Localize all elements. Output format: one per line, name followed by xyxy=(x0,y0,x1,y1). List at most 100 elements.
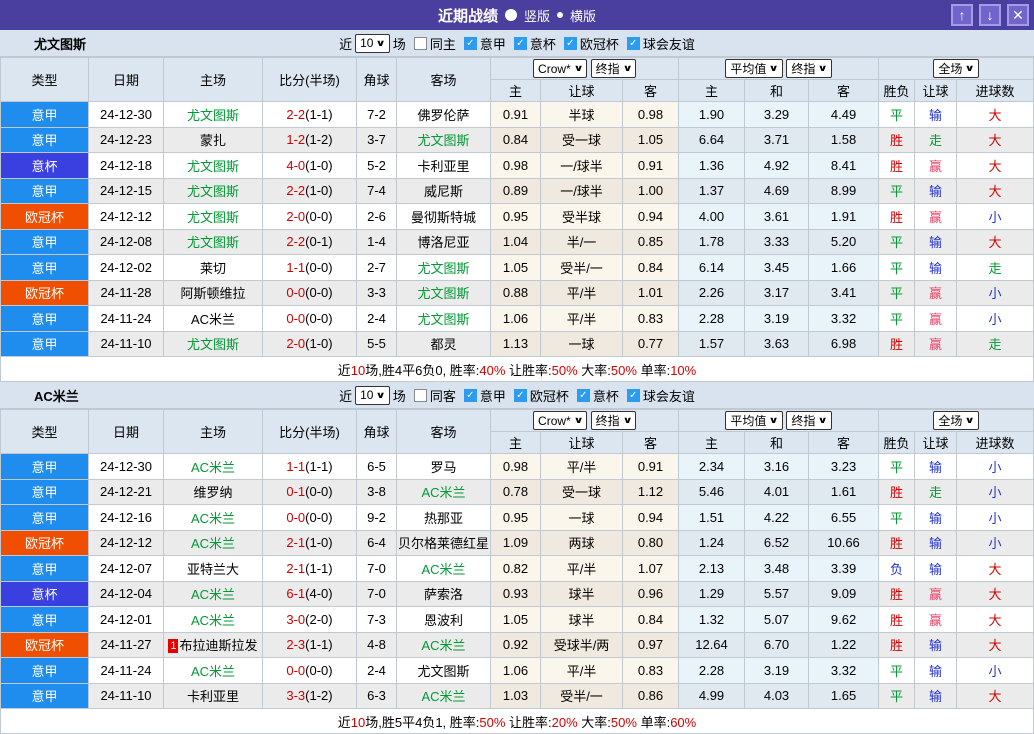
avg-draw: 3.33 xyxy=(745,229,809,255)
avg-away: 3.41 xyxy=(809,280,879,306)
league-checkbox-seriea[interactable]: ✓ xyxy=(464,389,477,402)
home-team: 尤文图斯 xyxy=(164,153,263,179)
league-label-ucl[interactable]: 欧冠杯 xyxy=(530,386,569,405)
horizontal-layout-label[interactable]: 横版 xyxy=(570,6,596,25)
result-flag: 平 xyxy=(879,658,915,684)
corner-score: 6-4 xyxy=(357,530,397,556)
average-select[interactable]: 平均值∨ xyxy=(725,59,782,78)
score: 2-2(1-1) xyxy=(263,102,357,128)
league-label-coppa[interactable]: 意杯 xyxy=(593,386,619,405)
odds-handicap-line: 两球 xyxy=(541,530,623,556)
league-label-seriea[interactable]: 意甲 xyxy=(480,34,506,53)
odds-company-select[interactable]: Crow*∨ xyxy=(533,59,587,78)
fulltime-score: 3-0 xyxy=(286,612,305,627)
same-home-checkbox[interactable] xyxy=(414,37,427,50)
vertical-layout-label[interactable]: 竖版 xyxy=(524,6,550,25)
fulltime-select[interactable]: 全场∨ xyxy=(933,411,978,430)
match-count-select[interactable]: 10∨ xyxy=(355,386,390,405)
corner-score: 9-2 xyxy=(357,505,397,531)
fulltime-score: 1-1 xyxy=(286,260,305,275)
table-row: 意甲 24-11-24 AC米兰 0-0(0-0) 2-4 尤文图斯 1.06 … xyxy=(1,658,1034,684)
away-team: 贝尔格莱德红星 xyxy=(397,530,491,556)
table-row: 欧冠杯 24-12-12 AC米兰 2-1(1-0) 6-4 贝尔格莱德红星 1… xyxy=(1,530,1034,556)
league-label-coppa[interactable]: 意杯 xyxy=(530,34,556,53)
chevron-down-icon: ∨ xyxy=(622,63,632,74)
odds-header-cell: Crow*∨ 终指∨ xyxy=(491,410,679,432)
avg-draw: 3.17 xyxy=(745,280,809,306)
match-count-value: 10 xyxy=(360,36,373,50)
results-table: 类型 日期 主场 比分(半场) 角球 客场 Crow*∨ 终指∨ 平均值∨ 终指… xyxy=(0,57,1034,382)
odds-company-select[interactable]: Crow*∨ xyxy=(533,411,587,430)
league-label-ucl[interactable]: 欧冠杯 xyxy=(580,34,619,53)
result-flag: 胜 xyxy=(879,632,915,658)
average-stage-select[interactable]: 终指∨ xyxy=(786,59,831,78)
league-checkbox-ucl[interactable]: ✓ xyxy=(514,389,527,402)
games-label: 场 xyxy=(393,34,406,53)
vertical-layout-radio-icon[interactable] xyxy=(505,9,517,21)
col-header-score: 比分(半场) xyxy=(263,58,357,102)
odds-handicap-line: 一球 xyxy=(541,505,623,531)
odds-away: 1.12 xyxy=(623,479,679,505)
home-team: 尤文图斯 xyxy=(164,102,263,128)
home-team: 卡利亚里 xyxy=(164,683,263,709)
corner-score: 5-2 xyxy=(357,153,397,179)
summary-text: 40% xyxy=(479,363,505,378)
odds-stage-select[interactable]: 终指∨ xyxy=(591,59,636,78)
match-count-select[interactable]: 10∨ xyxy=(355,34,390,53)
away-team-name: AC米兰 xyxy=(421,638,465,653)
titlebar: 近期战绩 竖版 横版 ↑ ↓ ✕ xyxy=(0,0,1034,30)
home-team: 蒙扎 xyxy=(164,127,263,153)
horizontal-layout-radio-icon[interactable] xyxy=(557,12,563,18)
avg-draw: 3.48 xyxy=(745,556,809,582)
same-away-label[interactable]: 同客 xyxy=(430,386,456,405)
sub-header-handicap: 让球 xyxy=(915,80,957,102)
corner-score: 6-5 xyxy=(357,454,397,480)
home-team: 维罗纳 xyxy=(164,479,263,505)
league-label-seriea[interactable]: 意甲 xyxy=(480,386,506,405)
average-select[interactable]: 平均值∨ xyxy=(725,411,782,430)
filter-bar: 尤文图斯 近 10∨ 场 同主 ✓意甲 ✓意杯 ✓欧冠杯 ✓球会友谊 xyxy=(0,30,1034,57)
league-label-friendly[interactable]: 球会友谊 xyxy=(643,34,695,53)
avg-home: 1.36 xyxy=(679,153,745,179)
league-checkbox-ucl[interactable]: ✓ xyxy=(564,37,577,50)
chevron-down-icon: ∨ xyxy=(573,63,583,74)
same-home-label[interactable]: 同主 xyxy=(430,34,456,53)
league-checkbox-seriea[interactable]: ✓ xyxy=(464,37,477,50)
away-team: 尤文图斯 xyxy=(397,658,491,684)
league-label-friendly[interactable]: 球会友谊 xyxy=(643,386,695,405)
home-team: 尤文图斯 xyxy=(164,204,263,230)
avg-draw: 3.71 xyxy=(745,127,809,153)
halftime-score: (0-0) xyxy=(305,285,332,300)
league-checkbox-friendly[interactable]: ✓ xyxy=(627,37,640,50)
chevron-down-icon: ∨ xyxy=(573,415,583,426)
filter-controls: 近 10∨ 场 同主 ✓意甲 ✓意杯 ✓欧冠杯 ✓球会友谊 xyxy=(339,34,695,53)
avg-home: 1.24 xyxy=(679,530,745,556)
odds-handicap-line: 球半 xyxy=(541,581,623,607)
same-away-checkbox[interactable] xyxy=(414,389,427,402)
league-checkbox-coppa[interactable]: ✓ xyxy=(577,389,590,402)
average-stage-select[interactable]: 终指∨ xyxy=(786,411,831,430)
table-row: 意甲 24-11-10 尤文图斯 2-0(1-0) 5-5 都灵 1.13 一球… xyxy=(1,331,1034,357)
away-team-name: AC米兰 xyxy=(421,689,465,704)
result-flag: 负 xyxy=(879,556,915,582)
odds-home: 1.03 xyxy=(491,683,541,709)
avg-away: 9.09 xyxy=(809,581,879,607)
odds-home: 0.88 xyxy=(491,280,541,306)
close-button[interactable]: ✕ xyxy=(1007,4,1029,26)
summary-text: 近 xyxy=(338,715,351,730)
odds-stage-select[interactable]: 终指∨ xyxy=(591,411,636,430)
away-team: AC米兰 xyxy=(397,683,491,709)
odds-home: 1.05 xyxy=(491,255,541,281)
away-team-name: 威尼斯 xyxy=(424,184,463,199)
table-row: 意甲 24-11-24 AC米兰 0-0(0-0) 2-4 尤文图斯 1.06 … xyxy=(1,306,1034,332)
league-checkbox-friendly[interactable]: ✓ xyxy=(627,389,640,402)
move-down-button[interactable]: ↓ xyxy=(979,4,1001,26)
league-checkbox-coppa[interactable]: ✓ xyxy=(514,37,527,50)
corner-score: 6-3 xyxy=(357,683,397,709)
home-team: 尤文图斯 xyxy=(164,178,263,204)
col-header-date: 日期 xyxy=(89,58,164,102)
fulltime-select[interactable]: 全场∨ xyxy=(933,59,978,78)
move-up-button[interactable]: ↑ xyxy=(951,4,973,26)
match-date: 24-11-24 xyxy=(89,658,164,684)
away-team-name: 佛罗伦萨 xyxy=(417,108,469,123)
